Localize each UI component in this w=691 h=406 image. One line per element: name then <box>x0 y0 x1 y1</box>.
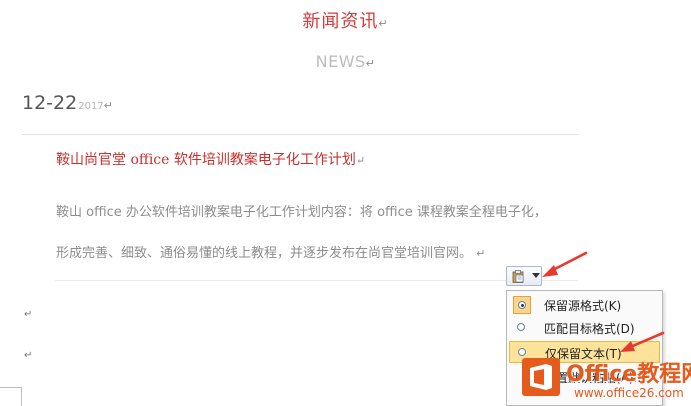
arrow-annotation-icon <box>620 331 665 352</box>
radio-icon <box>518 348 526 356</box>
radio-icon <box>518 301 526 309</box>
paste-options-button[interactable] <box>506 266 542 286</box>
office-logo-icon <box>522 358 560 396</box>
date-day: 12-22 <box>22 92 78 114</box>
paragraph-mark: ↵ <box>24 350 33 361</box>
article-body-line-2[interactable]: 形成完善、细致、通俗易懂的线上教程，并逐步发布在尚官堂培训官网。 ↵ <box>56 242 485 261</box>
page-edge <box>21 387 22 406</box>
watermark-logo: Office教程网 www.office26.com <box>522 356 691 406</box>
date-year: 2017 <box>78 101 104 112</box>
menu-item-keep-source-formatting[interactable]: 保留源格式(K) <box>509 294 660 316</box>
article-heading[interactable]: 鞍山尚官堂 office 软件培训教案电子化工作计划↵ <box>56 149 365 169</box>
chevron-down-icon <box>532 273 540 278</box>
page-edge <box>0 387 22 388</box>
radio-icon <box>517 323 525 331</box>
paragraph-mark: ↵ <box>24 309 33 320</box>
selected-marker <box>513 296 531 314</box>
page-title: 新闻资讯↵ <box>302 11 389 32</box>
watermark-url: www.office26.com <box>574 386 684 400</box>
divider-top <box>22 134 579 135</box>
page-subtitle: NEWS↵ <box>315 52 376 71</box>
article-body-line-1[interactable]: 鞍山 office 办公软件培训教案电子化工作计划内容：将 office 课程教… <box>56 201 547 220</box>
arrow-annotation-icon <box>542 251 588 277</box>
watermark-brand: Office教程网 <box>566 362 691 387</box>
clipboard-icon <box>512 270 524 283</box>
divider-bottom <box>55 280 578 281</box>
article-date: 12-222017↵ <box>22 92 113 114</box>
